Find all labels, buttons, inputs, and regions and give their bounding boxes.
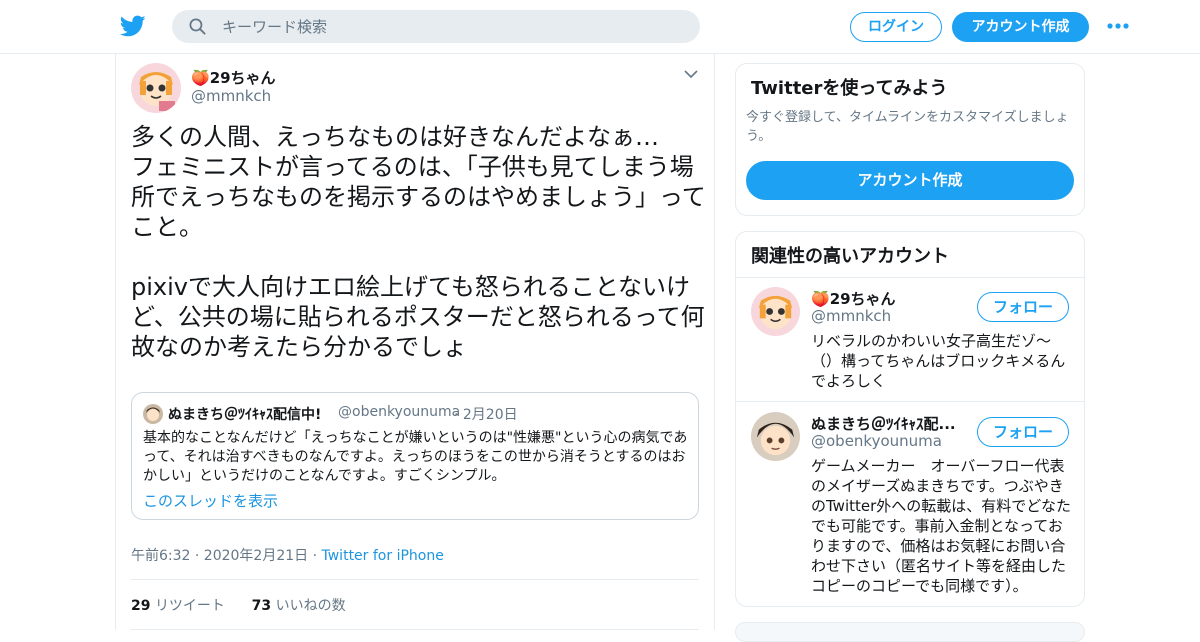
search-box[interactable] — [172, 10, 700, 43]
quote-date: · 2月20日 — [454, 407, 518, 423]
follow-button[interactable]: フォロー — [977, 417, 1069, 447]
account-avatar[interactable] — [751, 287, 800, 336]
quoted-tweet[interactable]: ぬまきち＠ﾂｲｷｬｽ配信中! @obenkyounuma · 2月20日 基本的… — [131, 392, 699, 520]
account-handle[interactable]: @obenkyounuma — [811, 432, 942, 450]
account-avatar[interactable] — [751, 412, 800, 461]
divider — [736, 277, 1084, 278]
author-name-text: 29ちゃん — [209, 69, 276, 87]
search-icon — [189, 18, 206, 35]
quote-author-name: ぬまきち＠ﾂｲｷｬｽ配信中! — [168, 407, 322, 423]
quote-author-handle: @obenkyounuma — [338, 404, 461, 420]
follow-button[interactable]: フォロー — [977, 292, 1069, 322]
try-twitter-description: 今すぐ登録して、タイムラインをカスタマイズしましょう。 — [746, 110, 1069, 144]
tweet-timestamp[interactable]: 午前6:32 · 2020年2月21日 · — [131, 548, 322, 564]
divider — [736, 401, 1084, 402]
account-name[interactable]: 🍑29ちゃん — [811, 288, 961, 309]
more-icon[interactable] — [1106, 22, 1130, 30]
retweets-label: リツイート — [154, 598, 225, 614]
author-name[interactable]: 🍑29ちゃん — [191, 67, 276, 88]
account-name[interactable]: ぬまきち＠ﾂｲｷｬｽ配... — [811, 413, 961, 434]
tweet-column: 🍑29ちゃん @mmnkch 多くの人間、えっちなものは好きなんだよなぁ… フェ… — [115, 54, 715, 630]
quote-text: 基本的なことなんだけど「えっちなことが嫌いというのは"性嫌悪"という心の病気であ… — [143, 430, 688, 484]
likes-stat[interactable]: 73 いいねの数 — [252, 598, 346, 614]
show-thread-link[interactable]: このスレッドを表示 — [143, 490, 278, 511]
related-accounts-card: 関連性の高いアカウント 🍑29ちゃん @mmnkch フォロー リベラルのかわい… — [735, 231, 1085, 607]
tweet-meta: 午前6:32 · 2020年2月21日 · Twitter for iPhone — [131, 545, 444, 565]
author-handle[interactable]: @mmnkch — [191, 87, 271, 105]
peach-emoji: 🍑 — [191, 69, 210, 87]
chevron-down-icon[interactable] — [684, 69, 698, 79]
tweet-source[interactable]: Twitter for iPhone — [322, 548, 444, 564]
account-handle[interactable]: @mmnkch — [811, 307, 891, 325]
tweet-text: 多くの人間、えっちなものは好きなんだよなぁ… フェミニストが言ってるのは、「子供… — [131, 123, 706, 361]
account-bio: ゲームメーカー オーバーフロー代表のメイザーズぬまきちです。つぶやきのTwitt… — [811, 457, 1071, 595]
likes-count: 73 — [251, 598, 272, 614]
related-accounts-title: 関連性の高いアカウント — [751, 246, 949, 267]
next-card-edge — [735, 622, 1085, 642]
login-button[interactable]: ログイン — [850, 12, 942, 42]
tweet-stats: 29 リツイート 73 いいねの数 — [131, 595, 346, 615]
account-bio: リベラルのかわいい女子高生だゾ〜（）構ってちゃんはブロックキメるんでよろしく — [811, 332, 1066, 390]
try-twitter-card: Twitterを使ってみよう 今すぐ登録して、タイムラインをカスタマイズしましょ… — [735, 63, 1085, 216]
likes-label: いいねの数 — [275, 598, 346, 614]
signup-button[interactable]: アカウント作成 — [952, 12, 1089, 42]
search-input[interactable] — [222, 10, 682, 43]
peach-emoji: 🍑 — [811, 290, 830, 308]
author-avatar[interactable] — [131, 63, 181, 113]
twitter-logo-icon[interactable] — [120, 13, 146, 39]
try-twitter-title: Twitterを使ってみよう — [751, 78, 948, 99]
retweets-count: 29 — [131, 598, 151, 614]
account-name-text: 29ちゃん — [829, 290, 896, 308]
quote-avatar — [143, 404, 163, 424]
top-bar: ログイン アカウント作成 — [0, 0, 1200, 54]
signup-cta-button[interactable]: アカウント作成 — [746, 161, 1074, 200]
divider — [131, 579, 699, 580]
retweets-stat[interactable]: 29 リツイート — [131, 598, 225, 614]
